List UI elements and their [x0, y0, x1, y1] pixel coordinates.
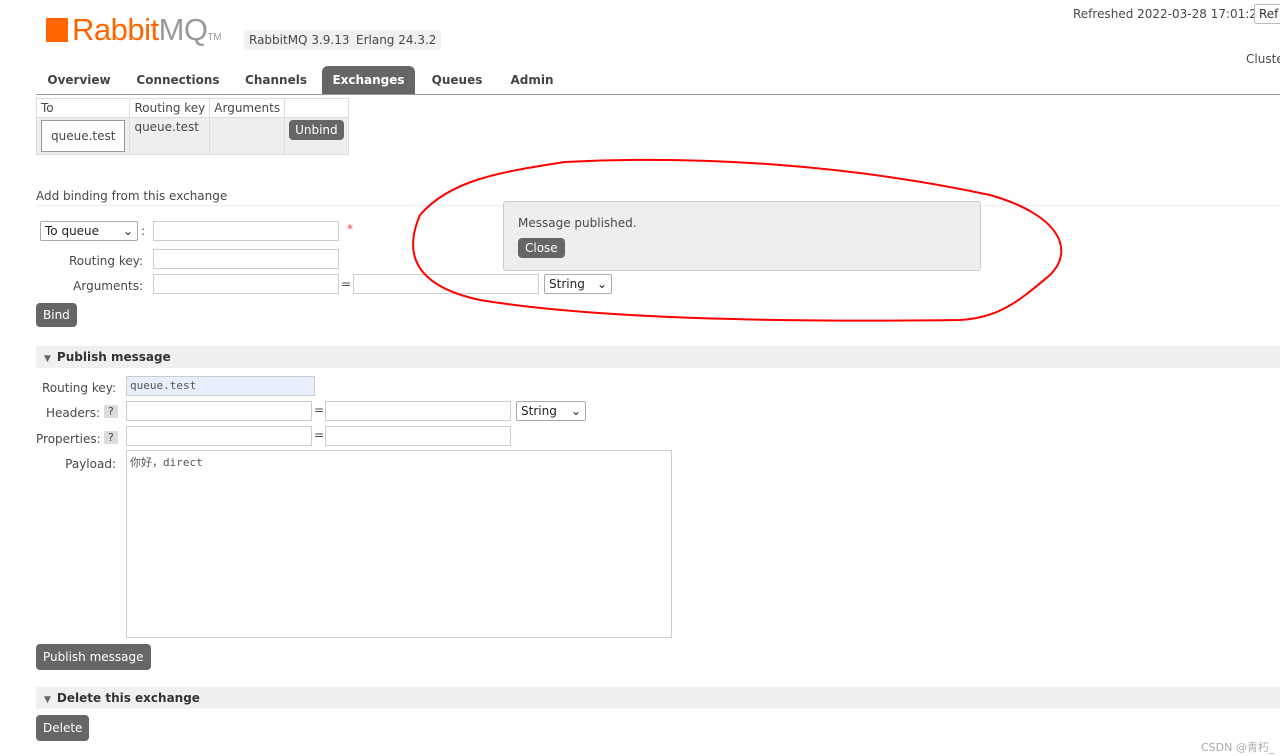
binding-destination-link[interactable]: queue.test: [41, 120, 126, 152]
col-routing-key: Routing key: [129, 98, 211, 118]
col-action: [284, 98, 349, 118]
chevron-down-icon: ⌄: [122, 224, 133, 238]
cluster-label: Cluste: [1246, 52, 1280, 66]
argument-type-value: String: [549, 277, 585, 291]
refreshed-text: Refreshed 2022-03-28 17:01:26: [1073, 7, 1265, 21]
payload-textarea[interactable]: 你好，direct: [126, 450, 672, 638]
binding-arguments: [209, 117, 286, 155]
tab-exchanges[interactable]: Exchanges: [322, 66, 415, 94]
header-key-input[interactable]: [126, 401, 312, 421]
publish-routing-key-input[interactable]: queue.test: [126, 376, 315, 396]
header-value-input[interactable]: [325, 401, 511, 421]
add-binding-title: Add binding from this exchange: [36, 189, 228, 203]
col-to: To: [35, 98, 131, 118]
message-popup: Message published. Close: [503, 201, 981, 271]
refresh-button[interactable]: Ref: [1254, 4, 1280, 24]
equals: =: [314, 403, 325, 417]
properties-label: Properties:: [36, 432, 101, 446]
publish-routing-key-label: Routing key:: [42, 381, 116, 395]
delete-exchange-section[interactable]: ▼ Delete this exchange: [36, 687, 1280, 709]
colon: :: [141, 224, 146, 238]
bind-button[interactable]: Bind: [36, 303, 77, 327]
chevron-down-icon: ⌄: [596, 277, 607, 291]
delete-section-title: Delete this exchange: [56, 691, 200, 705]
col-arguments: Arguments: [209, 98, 286, 118]
unbind-button[interactable]: Unbind: [289, 120, 344, 140]
destination-type-select[interactable]: To queue ⌄: [40, 221, 138, 241]
popup-message: Message published.: [518, 216, 637, 230]
table-row: queue.test queue.test Unbind: [35, 117, 349, 155]
property-key-input[interactable]: [126, 426, 312, 446]
required-marker: *: [347, 222, 353, 236]
argument-type-select[interactable]: String ⌄: [544, 274, 612, 294]
argument-key-input[interactable]: [153, 274, 339, 294]
tab-queues[interactable]: Queues: [421, 66, 493, 94]
binding-routing-key: queue.test: [129, 117, 211, 155]
header-type-value: String: [521, 404, 557, 418]
triangle-down-icon: ▼: [44, 695, 51, 705]
payload-label: Payload:: [65, 457, 116, 471]
watermark: CSDN @青朽_: [1201, 741, 1275, 754]
rabbitmq-logo: RabbitMQTM: [46, 12, 222, 48]
destination-type-value: To queue: [45, 224, 100, 238]
tab-channels[interactable]: Channels: [234, 66, 318, 94]
triangle-down-icon: ▼: [44, 354, 51, 364]
help-icon[interactable]: ?: [104, 405, 118, 418]
equals: =: [314, 428, 325, 442]
publish-message-section[interactable]: ▼ Publish message: [36, 346, 1280, 368]
publish-message-button[interactable]: Publish message: [36, 644, 151, 670]
equals: =: [341, 277, 352, 291]
delete-button[interactable]: Delete: [36, 715, 90, 741]
tab-overview[interactable]: Overview: [36, 66, 122, 94]
argument-value-input[interactable]: [353, 274, 539, 294]
tab-connections[interactable]: Connections: [126, 66, 230, 94]
arguments-label: Arguments:: [73, 279, 143, 293]
bindings-table: To Routing key Arguments queue.test queue.…: [35, 98, 349, 155]
help-icon[interactable]: ?: [104, 431, 118, 444]
headers-label: Headers:: [46, 406, 100, 420]
property-value-input[interactable]: [325, 426, 511, 446]
version-badge: RabbitMQ 3.9.13: [244, 30, 355, 50]
rabbit-logo-icon: [46, 18, 68, 42]
tab-admin[interactable]: Admin: [499, 66, 565, 94]
binding-routing-key-input[interactable]: [153, 249, 339, 269]
routing-key-label: Routing key:: [69, 254, 143, 268]
close-button[interactable]: Close: [518, 238, 565, 258]
erlang-badge: Erlang 24.3.2: [351, 30, 442, 50]
chevron-down-icon: ⌄: [570, 404, 581, 418]
header-type-select[interactable]: String ⌄: [516, 401, 586, 421]
destination-input[interactable]: [153, 221, 339, 241]
publish-section-title: Publish message: [56, 350, 171, 364]
nav-tabs: Overview Connections Channels Exchanges …: [36, 66, 1280, 95]
logo-text: RabbitMQ: [72, 12, 208, 47]
